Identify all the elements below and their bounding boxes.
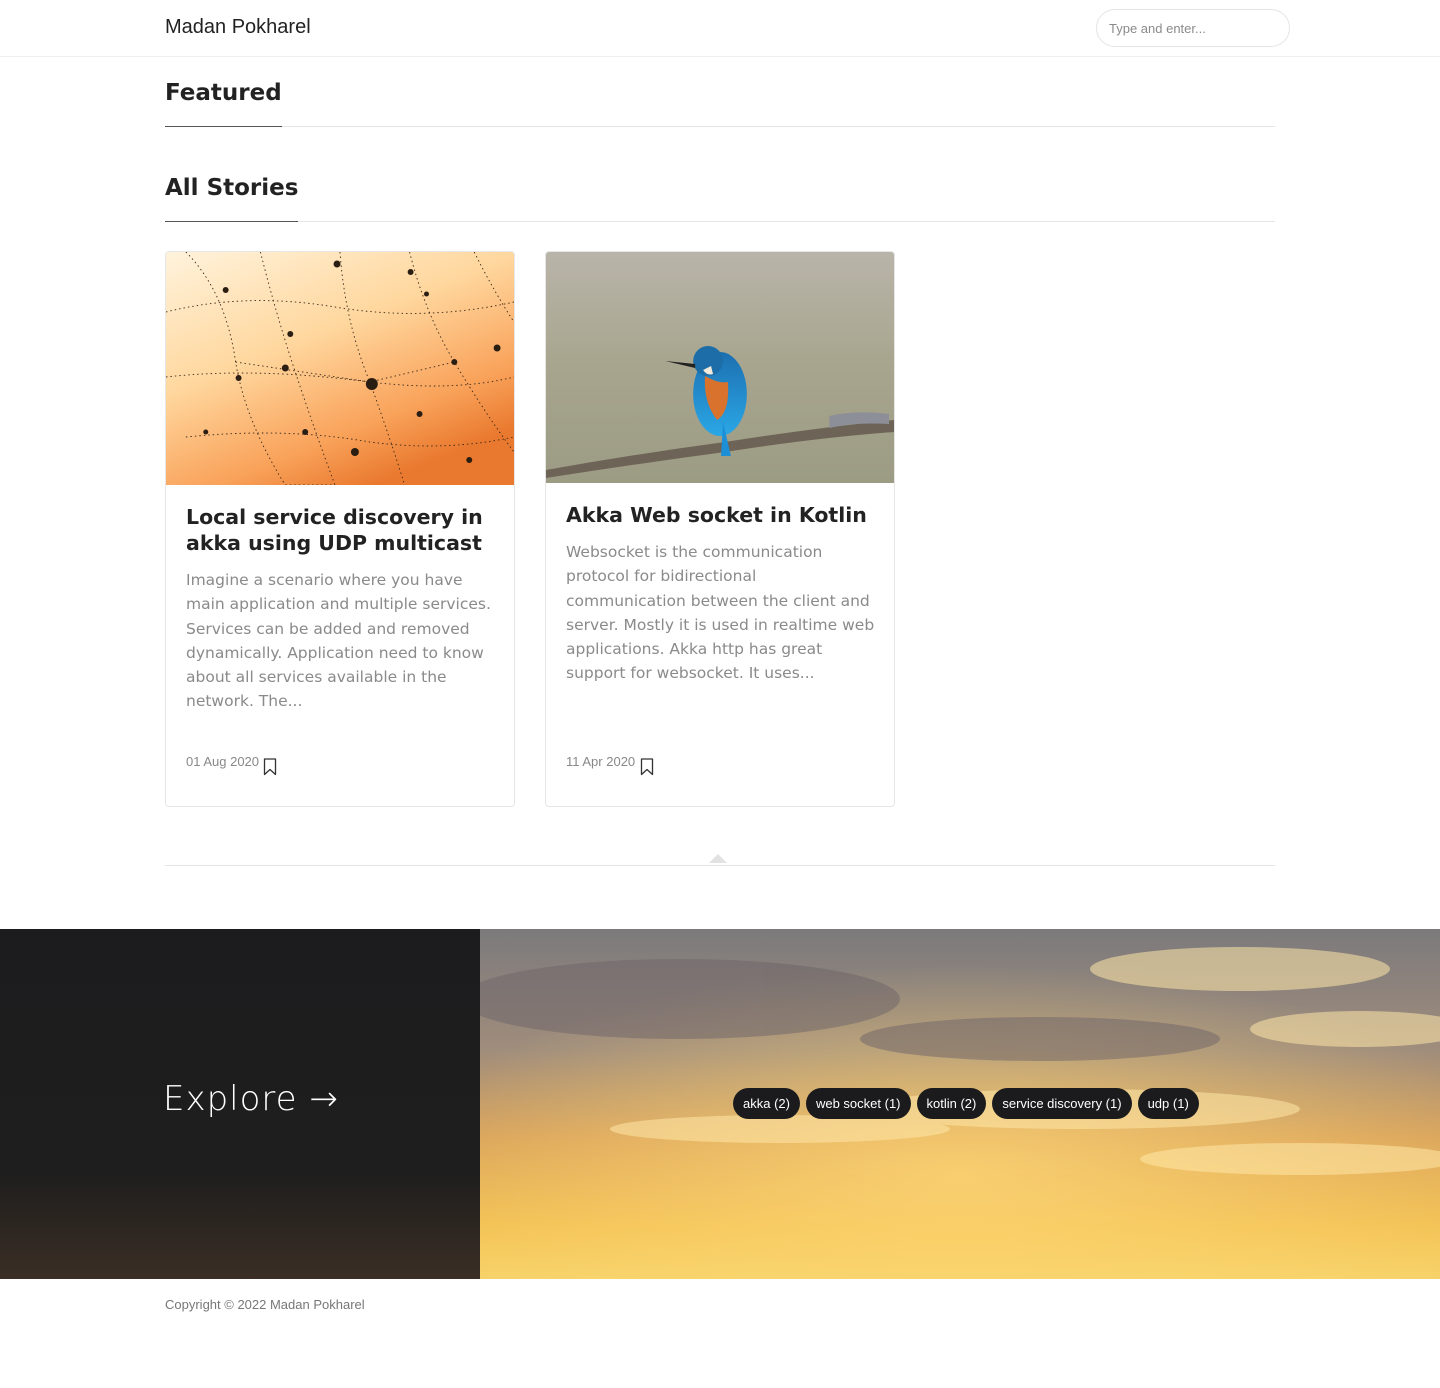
tag-udp[interactable]: udp (1) xyxy=(1137,1088,1199,1119)
tag-web-socket[interactable]: web socket (1) xyxy=(805,1088,911,1119)
post-excerpt: Imagine a scenario where you have main a… xyxy=(186,571,491,711)
post-title[interactable]: Local service discovery in akka using UD… xyxy=(186,504,494,556)
search-input[interactable] xyxy=(1096,9,1290,47)
explore-panel: Explore → xyxy=(0,929,480,1279)
section-divider xyxy=(165,865,1275,866)
explore-heading[interactable]: Explore → xyxy=(163,1079,339,1119)
post-date: 11 Apr 2020 xyxy=(566,754,636,769)
tag-service-discovery[interactable]: service discovery (1) xyxy=(992,1088,1132,1119)
post-date: 01 Aug 2020 xyxy=(186,754,260,769)
post-excerpt: Websocket is the communication protocol … xyxy=(566,543,875,683)
tag-akka[interactable]: akka (2) xyxy=(733,1088,800,1119)
tag-kotlin[interactable]: kotlin (2) xyxy=(916,1088,987,1119)
featured-heading: Featured xyxy=(165,80,282,127)
explore-section: Explore → akka (2) web socket (1) kotlin… xyxy=(0,929,1440,1279)
scroll-up-arrow-icon[interactable] xyxy=(709,854,727,863)
bookmark-icon[interactable] xyxy=(263,758,277,776)
all-stories-heading: All Stories xyxy=(165,175,299,222)
bookmark-icon[interactable] xyxy=(640,758,654,776)
tag-list: akka (2) web socket (1) kotlin (2) servi… xyxy=(733,1088,1199,1119)
kingfisher-bird-image[interactable] xyxy=(546,252,894,483)
spider-web-dew-image[interactable] xyxy=(166,252,514,485)
post-card[interactable]: Akka Web socket in Kotlin Websocket is t… xyxy=(545,251,895,807)
post-title[interactable]: Akka Web socket in Kotlin xyxy=(566,502,874,528)
post-card[interactable]: Local service discovery in akka using UD… xyxy=(165,251,515,807)
featured-section-header: Featured xyxy=(165,80,1275,127)
top-navbar: Madan Pokharel xyxy=(0,0,1440,57)
site-brand-link[interactable]: Madan Pokharel xyxy=(165,16,311,39)
copyright-text: Copyright © 2022 Madan Pokharel xyxy=(165,1297,365,1312)
all-stories-section-header: All Stories xyxy=(165,175,1275,222)
